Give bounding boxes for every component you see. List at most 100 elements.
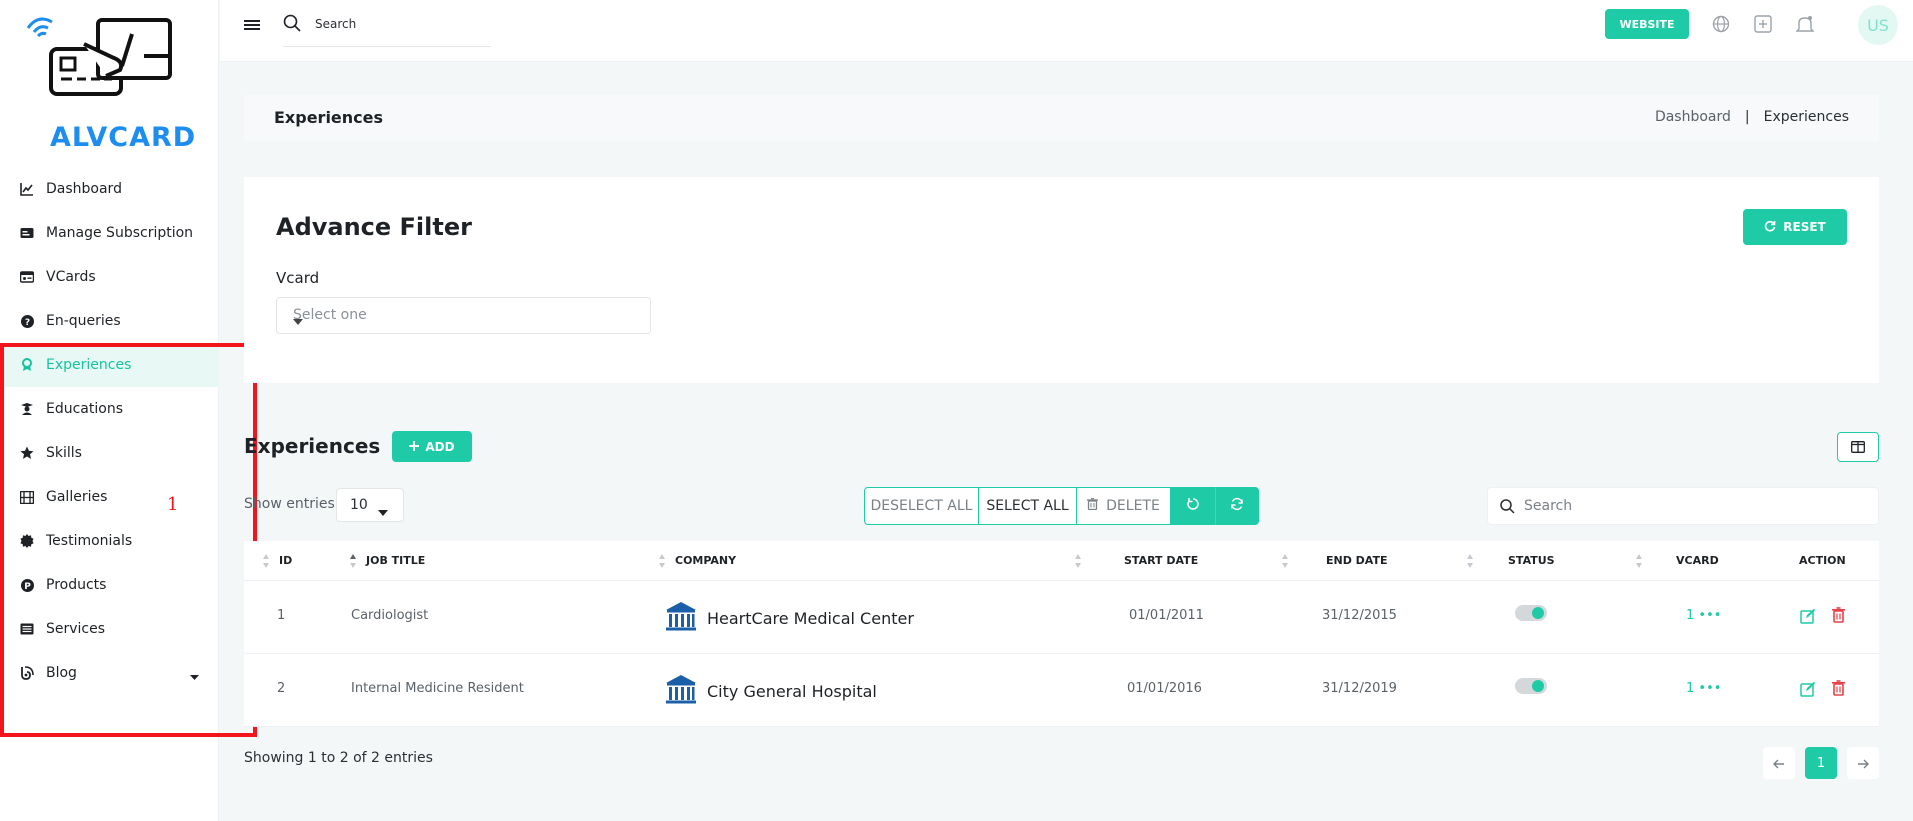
toggle-knob [1532,680,1544,692]
chevron-down-icon [293,313,634,329]
building-columns-icon [665,600,697,636]
sort-icon[interactable] [1636,553,1642,572]
sidebar-item-dashboard[interactable]: Dashboard [0,167,219,211]
column-toggle-button[interactable] [1837,432,1879,462]
table-section-title: Experiences [244,434,381,458]
vcard-filter-label: Vcard [276,269,320,287]
deselect-all-button[interactable]: DESELECT ALL [864,487,979,525]
reset-button[interactable]: RESET [1743,209,1847,245]
chevron-down-icon [378,504,388,520]
page-title: Experiences [274,108,384,127]
column-header-status[interactable]: STATUS [1508,554,1555,567]
cell-end-date: 31/12/2019 [1322,681,1397,696]
show-entries-label: Show entries [244,496,335,512]
building-columns-icon [665,673,697,709]
filter-title: Advance Filter [276,213,472,241]
logo-text: ALVCARD [50,122,197,153]
cell-id: 1 [277,608,286,623]
status-toggle[interactable] [1515,605,1547,621]
search-icon [1500,499,1515,518]
plus-icon [409,440,420,454]
advance-filter-card: Advance Filter RESET Vcard Select one [244,177,1879,383]
table-search-placeholder: Search [1524,498,1573,514]
refresh-table-button[interactable] [1215,487,1259,525]
column-header-company[interactable]: COMPANY [675,554,736,567]
topbar: Search WEBSITE US [220,0,1913,62]
column-header-end-date[interactable]: END DATE [1326,554,1388,567]
table-header: ID JOB TITLE COMPANY START DATE END DATE… [244,541,1879,581]
cell-id: 2 [277,681,286,696]
sidebar-item-label: VCards [46,269,96,285]
top-search-input[interactable]: Search [283,12,491,47]
pagination-page-button[interactable]: 1 [1805,747,1837,779]
edit-icon[interactable] [1800,608,1816,628]
reset-label: RESET [1783,220,1826,234]
add-button[interactable]: ADD [392,431,472,462]
cell-company: City General Hospital [665,673,877,709]
cell-start-date: 01/01/2016 [1127,681,1202,696]
undo-icon [1186,497,1200,515]
cell-vcard[interactable]: 1 ••• [1686,681,1721,696]
app-logo[interactable]: ALVCARD [24,14,195,153]
column-header-start-date[interactable]: START DATE [1124,554,1198,567]
cell-start-date: 01/01/2011 [1129,608,1204,623]
chart-line-icon [19,181,35,197]
card-payment-logo-icon [26,17,172,96]
toggle-knob [1532,607,1544,619]
table-search-input[interactable]: Search [1487,487,1879,525]
cell-company: HeartCare Medical Center [665,600,914,636]
column-header-job-title[interactable]: JOB TITLE [366,554,425,567]
sort-icon[interactable] [1467,553,1473,572]
pagination-next-button[interactable] [1847,747,1879,779]
page-header: Experiences Dashboard | Experiences [244,95,1879,141]
sidebar-item-label: Manage Subscription [46,225,194,241]
breadcrumb-dashboard[interactable]: Dashboard [1655,109,1731,125]
experiences-table: ID JOB TITLE COMPANY START DATE END DATE… [244,541,1879,727]
table-row: 2 Internal Medicine Resident City Genera… [244,654,1879,727]
column-header-vcard[interactable]: VCARD [1676,554,1719,567]
sort-icon[interactable] [350,553,356,572]
status-toggle[interactable] [1515,678,1547,694]
pagination-info: Showing 1 to 2 of 2 entries [244,750,433,766]
avatar[interactable]: US [1858,5,1898,45]
cell-vcard[interactable]: 1 ••• [1686,608,1721,623]
vcard-select[interactable]: Select one [276,297,651,334]
sidebar-item-vcards[interactable]: VCards [0,255,219,299]
delete-label: DELETE [1106,498,1160,514]
sort-icon[interactable] [1075,553,1081,572]
sort-icon[interactable] [263,553,269,572]
edit-icon[interactable] [1800,681,1816,701]
sidebar-item-en-queries[interactable]: ? En-queries [0,299,219,343]
cell-job-title: Cardiologist [351,608,429,623]
annotation-label: 1 [167,494,179,515]
globe-icon[interactable] [1712,15,1730,37]
sort-icon[interactable] [659,553,665,572]
hamburger-menu-icon[interactable] [244,17,260,37]
reset-table-button[interactable] [1171,487,1215,525]
arrow-right-icon [1857,754,1869,773]
sidebar-item-label: Dashboard [46,181,122,197]
id-card-icon [19,269,35,285]
question-circle-icon: ? [19,313,35,329]
select-all-button[interactable]: SELECT ALL [979,487,1077,525]
entries-per-page-select[interactable]: 10 [336,488,404,522]
pagination-prev-button[interactable] [1763,747,1795,779]
cell-job-title: Internal Medicine Resident [351,681,524,696]
sort-icon[interactable] [1282,553,1288,572]
column-header-action: ACTION [1799,554,1846,567]
sidebar-item-label: En-queries [46,313,121,329]
top-search-placeholder: Search [315,17,357,31]
search-icon [283,14,301,35]
trash-icon[interactable] [1832,607,1845,627]
website-button[interactable]: WEBSITE [1605,9,1689,39]
bell-icon[interactable] [1795,15,1815,38]
breadcrumb: Dashboard | Experiences [1655,109,1849,125]
add-square-icon[interactable] [1754,15,1772,37]
delete-selected-button[interactable]: DELETE [1077,487,1171,525]
sidebar-item-manage-subscription[interactable]: Manage Subscription [0,211,219,255]
trash-icon[interactable] [1832,680,1845,700]
cell-end-date: 31/12/2015 [1322,608,1397,623]
card-icon [19,225,35,241]
column-header-id[interactable]: ID [279,554,292,567]
trash-icon [1087,497,1099,514]
